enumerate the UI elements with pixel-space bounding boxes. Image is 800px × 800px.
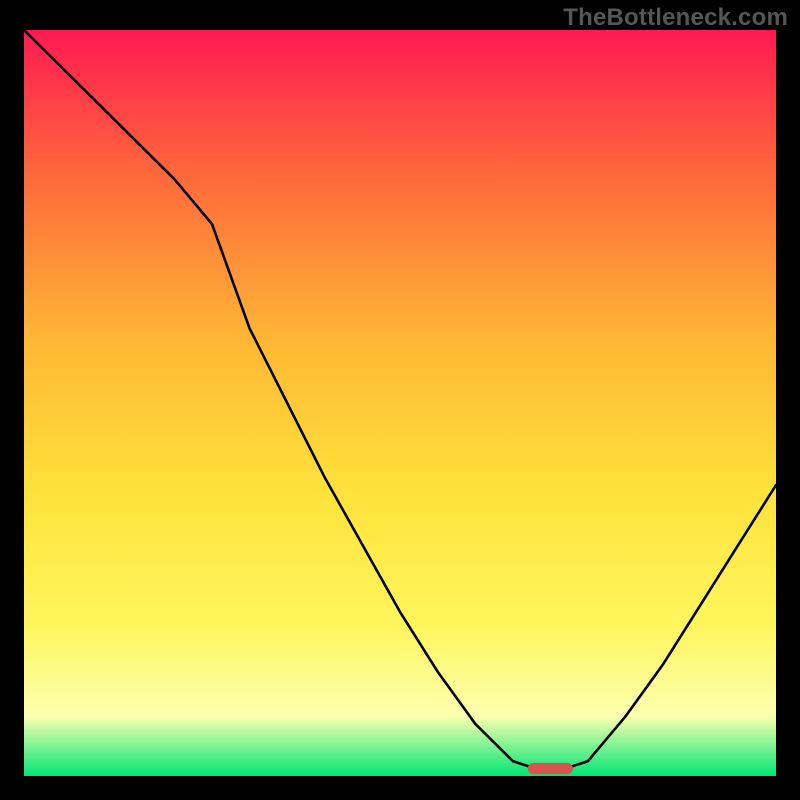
- optimal-marker: [528, 763, 573, 774]
- watermark-text: TheBottleneck.com: [563, 4, 788, 32]
- chart-svg: [24, 30, 776, 776]
- chart-frame: TheBottleneck.com: [0, 0, 800, 800]
- bottleneck-chart: [24, 30, 776, 776]
